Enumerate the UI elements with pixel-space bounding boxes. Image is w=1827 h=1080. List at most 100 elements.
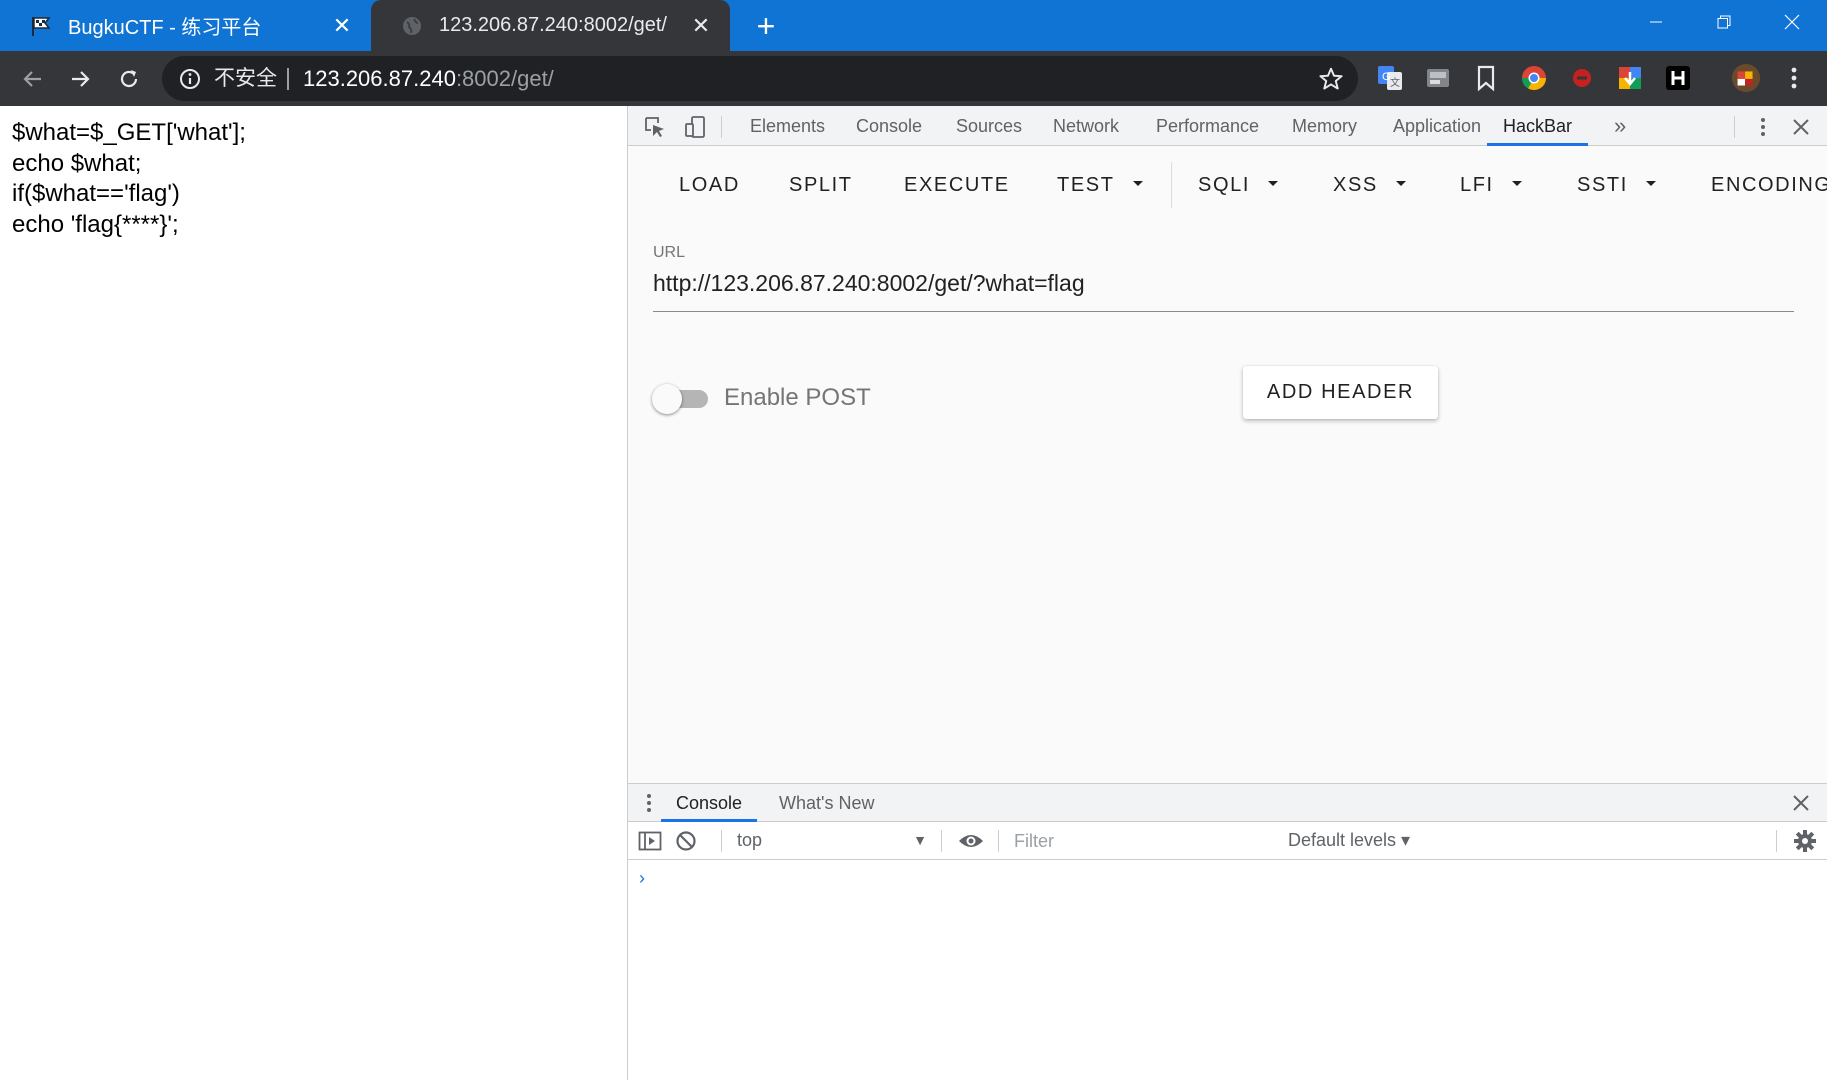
device-toolbar-icon[interactable] — [682, 114, 708, 140]
gear-icon[interactable] — [1792, 828, 1818, 854]
toolbar-divider — [721, 830, 722, 852]
sqli-dropdown[interactable]: SQLI — [1198, 146, 1278, 224]
load-button[interactable]: LOAD — [679, 146, 740, 224]
profile-avatar-icon[interactable] — [1731, 63, 1761, 93]
info-icon[interactable] — [178, 67, 202, 91]
close-drawer-icon[interactable] — [1788, 790, 1814, 816]
arrow-left-icon — [23, 71, 41, 87]
hackbar-menu: LOAD SPLIT EXECUTE TEST SQLI XSS LFI SST… — [628, 146, 1827, 224]
load-label: LOAD — [679, 174, 740, 196]
lfi-dropdown[interactable]: LFI — [1460, 146, 1522, 224]
chrome-icon[interactable] — [1519, 63, 1549, 93]
enable-post-toggle[interactable] — [652, 382, 708, 414]
forward-button[interactable] — [60, 59, 100, 99]
svg-text:文: 文 — [1390, 76, 1400, 89]
url-field-underline — [653, 311, 1794, 312]
chrome-menu-icon[interactable] — [1779, 63, 1809, 93]
tab-memory[interactable]: Memory — [1292, 106, 1357, 146]
browser-tab-bugkuctf[interactable]: BugkuCTF - 练习平台 ✕ — [0, 0, 371, 51]
inspect-element-icon[interactable] — [642, 114, 668, 140]
browser-tab-get[interactable]: 123.206.87.240:8002/get/ ✕ — [371, 0, 730, 51]
console-filter-input[interactable] — [1009, 827, 1274, 855]
drawer-tab-whats-new[interactable]: What's New — [779, 784, 874, 822]
minimize-icon — [1650, 21, 1662, 23]
tab-performance[interactable]: Performance — [1156, 106, 1259, 146]
ssti-dropdown[interactable]: SSTI — [1577, 146, 1656, 224]
arrow-right-icon — [72, 71, 90, 87]
new-tab-button[interactable]: + — [748, 8, 784, 44]
tab-sources[interactable]: Sources — [956, 106, 1022, 146]
close-tab-icon[interactable]: ✕ — [331, 13, 353, 38]
tab-elements[interactable]: Elements — [750, 106, 825, 146]
test-label: TEST — [1057, 174, 1115, 196]
encoding-dropdown[interactable]: ENCODING — [1711, 146, 1827, 224]
globe-icon — [399, 13, 425, 39]
url-field-label: URL — [653, 244, 686, 261]
execute-button[interactable]: EXECUTE — [904, 146, 1010, 224]
close-devtools-icon[interactable] — [1788, 114, 1814, 140]
clear-console-icon[interactable] — [673, 828, 699, 854]
devtools-menu-icon[interactable] — [1750, 114, 1776, 140]
enable-post-label: Enable POST — [724, 384, 871, 411]
menu-divider — [1171, 162, 1172, 208]
console-drawer: Console What's New top ▼ De — [628, 783, 1827, 1080]
flag-icon — [28, 13, 54, 39]
caret-down-icon — [1511, 181, 1522, 187]
download-extension-icon[interactable] — [1615, 63, 1645, 93]
xss-label: XSS — [1333, 174, 1378, 196]
caret-down-icon — [1395, 181, 1406, 187]
tab-network[interactable]: Network — [1053, 106, 1119, 146]
hackbar-h-icon[interactable] — [1663, 63, 1693, 93]
tab-console[interactable]: Console — [856, 106, 922, 146]
source-line: $what=$_GET['what']; — [12, 119, 246, 146]
test-dropdown[interactable]: TEST — [1057, 146, 1143, 224]
add-header-button[interactable]: ADD HEADER — [1243, 366, 1438, 419]
lfi-label: LFI — [1460, 174, 1494, 196]
url-field[interactable]: http://123.206.87.240:8002/get/?what=fla… — [653, 270, 1085, 297]
browser-toolbar: 不安全 123.206.87.240:8002/get/ — [0, 51, 1827, 106]
reload-button[interactable] — [109, 59, 149, 99]
toolbar-divider — [721, 116, 722, 138]
dropdown-arrow-icon: ▼ — [913, 832, 927, 848]
log-levels-dropdown[interactable]: Default levels ▾ — [1288, 830, 1410, 851]
toolbar-divider — [1776, 830, 1777, 852]
restore-icon — [1717, 15, 1731, 29]
more-tabs-button[interactable]: » — [1614, 106, 1626, 146]
caret-down-icon — [1132, 181, 1143, 187]
close-tab-icon[interactable]: ✕ — [690, 13, 712, 38]
url-text[interactable]: 123.206.87.240:8002/get/ — [303, 66, 554, 92]
tab-hackbar[interactable]: HackBar — [1487, 106, 1589, 146]
restore-window-button[interactable] — [1690, 0, 1758, 44]
bookmark-star-icon[interactable] — [1318, 66, 1344, 92]
tab-title: BugkuCTF - 练习平台 — [68, 17, 262, 39]
split-button[interactable]: SPLIT — [789, 146, 853, 224]
toolbar-divider — [1734, 116, 1735, 138]
show-sidebar-icon[interactable] — [637, 828, 663, 854]
minimize-window-button[interactable] — [1622, 0, 1690, 44]
drawer-tab-console[interactable]: Console — [661, 784, 758, 822]
bookmark-icon[interactable] — [1471, 63, 1501, 93]
source-line: echo 'flag{****}'; — [12, 210, 179, 238]
eye-icon[interactable] — [958, 828, 984, 854]
toggle-thumb — [652, 384, 682, 414]
tab-application[interactable]: Application — [1393, 106, 1481, 146]
close-icon — [1784, 14, 1800, 30]
address-bar[interactable]: 不安全 123.206.87.240:8002/get/ — [162, 56, 1358, 101]
split-label: SPLIT — [789, 174, 853, 196]
close-window-button[interactable] — [1758, 0, 1826, 44]
xss-dropdown[interactable]: XSS — [1333, 146, 1406, 224]
back-button[interactable] — [13, 59, 53, 99]
url-path: :8002/get/ — [455, 65, 554, 91]
url-host: 123.206.87.240 — [303, 65, 456, 91]
devtools-tab-bar: Elements Console Sources Network Perform… — [628, 106, 1827, 146]
image-extension-icon[interactable] — [1423, 63, 1453, 93]
context-selector[interactable]: top ▼ — [737, 830, 927, 852]
console-prompt-icon[interactable]: › — [639, 868, 645, 889]
context-value: top — [737, 830, 763, 850]
reload-icon — [120, 70, 138, 88]
page-content: $what=$_GET['what']; echo $what; if($wha… — [0, 106, 627, 1080]
tab-strip: BugkuCTF - 练习平台 ✕ 123.206.87.240:8002/ge… — [0, 0, 1827, 51]
drawer-menu-icon[interactable] — [636, 790, 662, 816]
red-extension-icon[interactable] — [1567, 63, 1597, 93]
google-translate-icon[interactable]: G文 — [1375, 63, 1405, 93]
